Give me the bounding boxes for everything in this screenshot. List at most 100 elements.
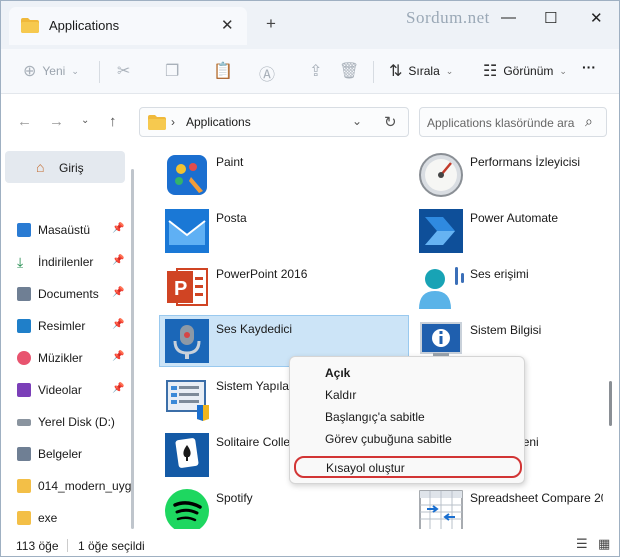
sidebar-scrollbar[interactable] [131,169,134,529]
video-icon [17,383,31,397]
item-name: Posta [216,211,247,225]
document-icon [17,287,31,301]
list-item[interactable]: Ses erişimi [395,261,603,315]
view-button[interactable]: ☷ Görünüm ⌄ [483,61,567,81]
tab-close-icon[interactable]: ✕ [221,16,234,34]
sidebar-item-belgeler[interactable]: Belgeler [17,443,82,465]
rename-button[interactable]: Ⓐ [259,61,275,85]
more-options-button[interactable]: ··· [582,59,596,75]
scissors-icon: ✂ [117,63,131,80]
breadcrumb[interactable]: Applications [186,115,251,129]
refresh-icon[interactable]: ↻ [384,113,397,131]
address-bar[interactable]: › Applications ⌄ ↻ [139,107,409,137]
sidebar-item-downloads[interactable]: ⤓ İndirilenler 📌 [17,251,124,273]
chevron-down-icon: ⌄ [445,65,454,76]
gauge-icon [419,153,463,197]
explorer-window: Applications ✕ + Sordum.net — ☐ ✕ ⊕ Yeni… [0,0,620,557]
menu-item-pin-taskbar[interactable]: Görev çubuğuna sabitle [325,432,452,446]
search-input[interactable]: Applications klasöründe ara ⌕ [419,107,607,137]
folder-icon [21,18,39,33]
command-bar: ⊕ Yeni ⌄ ✂ ❐ 📋 Ⓐ ⇪ 🗑 ⇅ Sırala ⌄ ☷ Görünü… [1,49,619,94]
item-name: Ses Kaydedici [216,322,293,336]
tiles-view-icon[interactable]: ▦ [598,536,610,552]
copy-button[interactable]: ❐ [165,61,179,81]
drive-icon [17,418,31,426]
sidebar-item-exe[interactable]: exe [17,507,57,529]
tab-applications[interactable]: Applications ✕ [9,7,247,45]
view-button-label: Görünüm [503,64,554,78]
list-item[interactable]: Performans İzleyicisi [395,149,603,203]
details-view-icon[interactable]: ☰ [576,536,588,552]
new-tab-button[interactable]: + [266,14,276,34]
sidebar-item-label: Resimler [38,319,86,333]
pin-icon: 📌 [112,223,125,234]
sidebar-item-pictures[interactable]: Resimler 📌 [17,315,124,337]
menu-item-open[interactable]: Açık [325,366,350,380]
list-item[interactable]: Posta [141,205,386,259]
divider [67,539,68,552]
rename-icon: Ⓐ [259,67,276,84]
item-name: Spotify [216,491,253,505]
back-arrow-icon[interactable]: ← [17,113,32,130]
clipboard-icon: 📋 [213,63,233,80]
new-button[interactable]: ⊕ Yeni ⌄ [23,61,79,81]
list-item[interactable]: Spotify [141,485,386,529]
navigation-pane: ⌂ Giriş Masaüstü 📌 ⤓ İndirilenler 📌 Docu… [1,149,141,529]
solitaire-icon [165,433,209,477]
content-scrollbar[interactable] [609,156,613,526]
minimize-button[interactable]: — [501,9,516,26]
menu-item-create-shortcut[interactable]: Kısayol oluştur [294,456,522,478]
sidebar-item-music[interactable]: Müzikler 📌 [17,347,124,369]
menu-item-uninstall[interactable]: Kaldır [325,388,356,402]
sidebar-item-desktop[interactable]: Masaüstü 📌 [17,219,124,241]
svg-text:P: P [174,278,187,300]
list-item[interactable]: Power Automate [395,205,603,259]
item-name: Sistem Yapıları [216,379,297,393]
list-item[interactable]: Paint [141,149,386,203]
sidebar-item-home[interactable]: ⌂ Giriş [5,151,125,183]
sort-arrows-icon: ⇅ [389,63,403,80]
pin-icon: 📌 [112,319,125,330]
breadcrumb-chevron-icon: › [171,115,175,129]
view-list-icon: ☷ [483,63,498,80]
sidebar-item-modern-apps[interactable]: 014_modern_uyg [17,475,131,497]
item-name: Spreadsheet Compare 20 [470,491,603,505]
sidebar-item-documents[interactable]: Documents 📌 [17,283,124,305]
menu-item-pin-start[interactable]: Başlangıç'a sabitle [325,410,425,424]
sidebar-item-label: Masaüstü [38,223,91,237]
search-icon[interactable]: ⌕ [585,113,593,130]
pictures-icon [17,319,31,333]
share-icon: ⇪ [309,63,323,80]
list-item[interactable]: P PowerPoint 2016 [141,261,386,315]
tab-title: Applications [49,18,120,33]
music-icon [17,351,31,365]
sidebar-item-label: İndirilenler [38,255,94,269]
sidebar-item-label: Giriş [59,161,84,175]
folder-icon [17,479,31,493]
trash-icon: 🗑 [339,63,360,80]
item-name: Paint [216,155,244,169]
close-button[interactable]: ✕ [590,9,603,27]
recent-chevron-icon[interactable]: ⌄ [81,115,89,126]
forward-arrow-icon[interactable]: → [49,113,64,130]
sidebar-item-label: Müzikler [38,351,83,365]
maximize-button[interactable]: ☐ [544,9,557,27]
selection-count: 1 öğe seçildi [78,539,145,553]
pin-icon: 📌 [112,287,125,298]
home-icon: ⌂ [36,159,45,175]
sidebar-item-videos[interactable]: Videolar 📌 [17,379,124,401]
list-item[interactable]: Spreadsheet Compare 20 [395,485,603,529]
scrollbar-thumb[interactable] [609,381,612,426]
delete-button[interactable]: 🗑 [339,61,359,81]
address-dropdown-icon[interactable]: ⌄ [352,114,362,128]
sort-button[interactable]: ⇅ Sırala ⌄ [389,61,453,81]
up-arrow-icon[interactable]: ↑ [109,113,117,130]
sidebar-item-local-disk[interactable]: Yerel Disk (D:) [17,411,115,433]
share-button[interactable]: ⇪ [309,61,322,81]
cut-button[interactable]: ✂ [117,61,130,81]
title-bar: Applications ✕ + Sordum.net — ☐ ✕ [1,1,619,49]
paste-button[interactable]: 📋 [213,61,233,81]
sort-button-label: Sırala [408,64,440,78]
sidebar-item-label: Documents [38,287,99,301]
item-name: Ses erişimi [470,267,529,281]
